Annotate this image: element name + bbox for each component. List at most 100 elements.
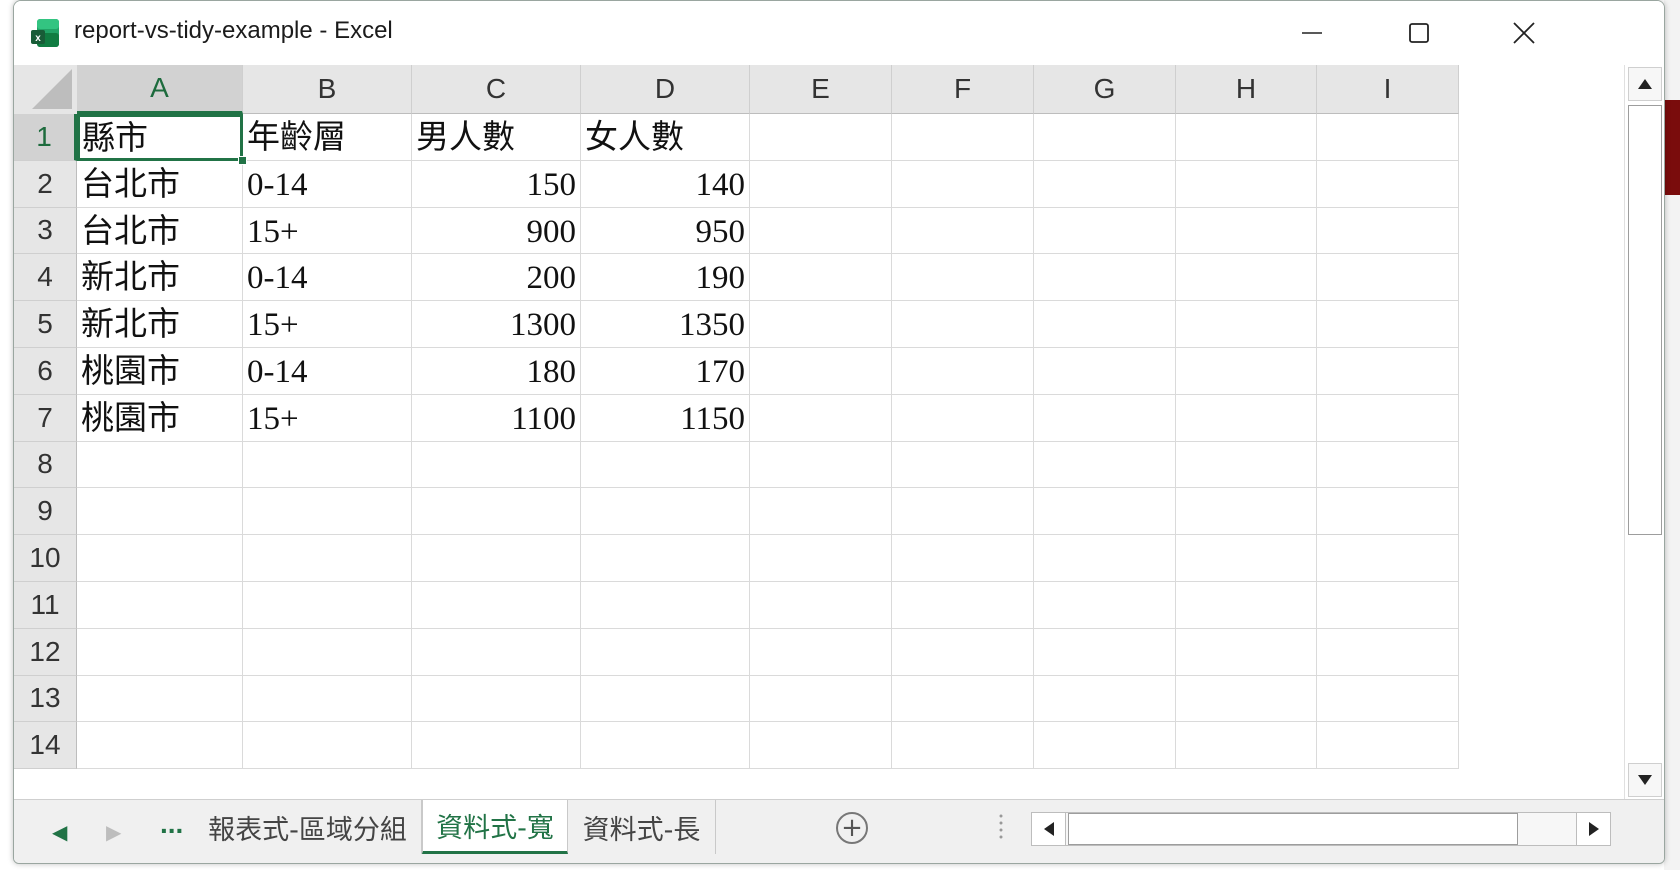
cell-d3[interactable]: 950 — [581, 207, 750, 255]
cell-i9[interactable] — [1317, 488, 1459, 536]
cell-h2[interactable] — [1176, 160, 1317, 208]
cell-b9[interactable] — [243, 488, 412, 536]
cell-h1[interactable] — [1176, 114, 1317, 161]
cell-e5[interactable] — [750, 301, 892, 348]
row-header-7[interactable]: 7 — [14, 394, 77, 442]
cell-f7[interactable] — [892, 394, 1034, 442]
cell-f14[interactable] — [892, 722, 1034, 770]
cell-a2[interactable]: 台北市 — [77, 160, 243, 208]
scroll-up-button[interactable] — [1628, 67, 1662, 101]
row-header-14[interactable]: 14 — [14, 722, 77, 770]
add-sheet-button[interactable]: + — [836, 812, 868, 844]
cell-g11[interactable] — [1034, 582, 1176, 629]
cell-a9[interactable] — [77, 488, 243, 536]
cell-c14[interactable] — [412, 722, 581, 770]
cell-f11[interactable] — [892, 582, 1034, 629]
row-header-6[interactable]: 6 — [14, 348, 77, 395]
cell-d4[interactable]: 190 — [581, 254, 750, 302]
cell-h8[interactable] — [1176, 441, 1317, 489]
cell-e7[interactable] — [750, 394, 892, 442]
cell-d8[interactable] — [581, 441, 750, 489]
cell-e3[interactable] — [750, 207, 892, 255]
sheet-tab-2[interactable]: 資料式-寬 — [422, 800, 568, 854]
cell-a8[interactable] — [77, 441, 243, 489]
cell-b4[interactable]: 0-14 — [243, 254, 412, 302]
cell-h6[interactable] — [1176, 348, 1317, 395]
cell-i1[interactable] — [1317, 114, 1459, 161]
cell-g7[interactable] — [1034, 394, 1176, 442]
cell-h4[interactable] — [1176, 254, 1317, 302]
cell-h10[interactable] — [1176, 535, 1317, 582]
cell-e8[interactable] — [750, 441, 892, 489]
cell-c4[interactable]: 200 — [412, 254, 581, 302]
cell-g1[interactable] — [1034, 114, 1176, 161]
cell-e2[interactable] — [750, 160, 892, 208]
cell-c1[interactable]: 男人數 — [412, 114, 581, 161]
cell-c2[interactable]: 150 — [412, 160, 581, 208]
cell-g8[interactable] — [1034, 441, 1176, 489]
scroll-left-button[interactable] — [1032, 813, 1066, 845]
cell-h14[interactable] — [1176, 722, 1317, 770]
cell-a12[interactable] — [77, 628, 243, 676]
cell-i4[interactable] — [1317, 254, 1459, 302]
cell-a13[interactable] — [77, 675, 243, 723]
row-header-4[interactable]: 4 — [14, 254, 77, 302]
cell-c10[interactable] — [412, 535, 581, 582]
cell-a1[interactable]: 縣市 — [77, 114, 243, 161]
cell-h7[interactable] — [1176, 394, 1317, 442]
cell-e13[interactable] — [750, 675, 892, 723]
cell-g9[interactable] — [1034, 488, 1176, 536]
vertical-scroll-thumb[interactable] — [1628, 105, 1662, 535]
cell-g13[interactable] — [1034, 675, 1176, 723]
cell-e9[interactable] — [750, 488, 892, 536]
column-header-b[interactable]: B — [243, 65, 412, 114]
column-header-i[interactable]: I — [1317, 65, 1459, 114]
cell-d11[interactable] — [581, 582, 750, 629]
cell-e4[interactable] — [750, 254, 892, 302]
minimize-button[interactable] — [1282, 11, 1342, 55]
cell-a7[interactable]: 桃園市 — [77, 394, 243, 442]
cell-a11[interactable] — [77, 582, 243, 629]
splitter-handle-icon[interactable] — [999, 812, 1003, 842]
cell-b12[interactable] — [243, 628, 412, 676]
cell-d6[interactable]: 170 — [581, 348, 750, 395]
cell-i3[interactable] — [1317, 207, 1459, 255]
cell-i10[interactable] — [1317, 535, 1459, 582]
cell-e10[interactable] — [750, 535, 892, 582]
cell-a3[interactable]: 台北市 — [77, 207, 243, 255]
worksheet-grid[interactable]: A B C D E F G H I 1 縣市 年齡層 男人數 女人數 2 台北市 0-14 150 140 3 台北市 1… — [14, 65, 1624, 799]
cell-f3[interactable] — [892, 207, 1034, 255]
row-header-8[interactable]: 8 — [14, 441, 77, 489]
cell-e11[interactable] — [750, 582, 892, 629]
select-all-corner[interactable] — [14, 65, 78, 115]
cell-a6[interactable]: 桃園市 — [77, 348, 243, 395]
cell-a10[interactable] — [77, 535, 243, 582]
prev-sheet-button[interactable]: ◀ — [52, 820, 67, 844]
horizontal-scroll-thumb[interactable] — [1068, 813, 1518, 845]
cell-b11[interactable] — [243, 582, 412, 629]
cell-f4[interactable] — [892, 254, 1034, 302]
cell-e6[interactable] — [750, 348, 892, 395]
column-header-h[interactable]: H — [1176, 65, 1317, 114]
column-header-e[interactable]: E — [750, 65, 892, 114]
cell-i8[interactable] — [1317, 441, 1459, 489]
maximize-button[interactable] — [1389, 11, 1449, 55]
cell-f12[interactable] — [892, 628, 1034, 676]
cell-e14[interactable] — [750, 722, 892, 770]
cell-b5[interactable]: 15+ — [243, 301, 412, 348]
column-header-c[interactable]: C — [412, 65, 581, 114]
cell-f13[interactable] — [892, 675, 1034, 723]
cell-b7[interactable]: 15+ — [243, 394, 412, 442]
cell-d7[interactable]: 1150 — [581, 394, 750, 442]
cell-c12[interactable] — [412, 628, 581, 676]
cell-d1[interactable]: 女人數 — [581, 114, 750, 161]
cell-e12[interactable] — [750, 628, 892, 676]
cell-c11[interactable] — [412, 582, 581, 629]
row-header-5[interactable]: 5 — [14, 301, 77, 348]
cell-h9[interactable] — [1176, 488, 1317, 536]
more-sheets-button[interactable]: ... — [160, 808, 183, 840]
cell-b14[interactable] — [243, 722, 412, 770]
cell-h11[interactable] — [1176, 582, 1317, 629]
row-header-11[interactable]: 11 — [14, 582, 77, 629]
cell-d2[interactable]: 140 — [581, 160, 750, 208]
